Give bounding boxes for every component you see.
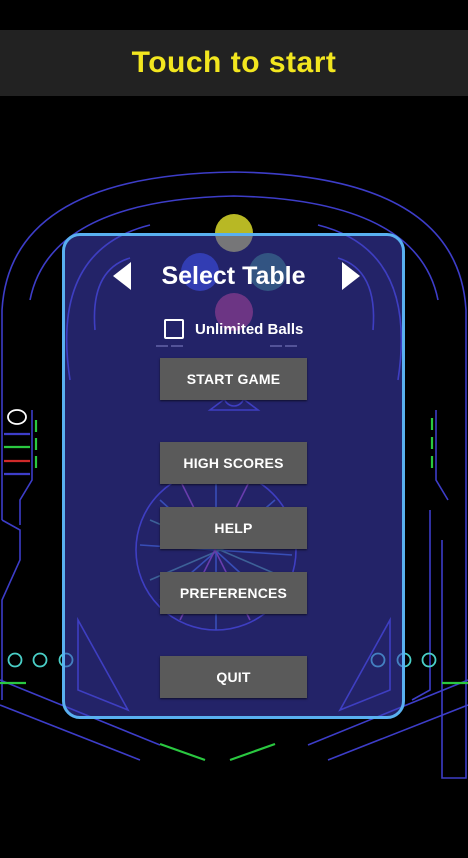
banner-text: Touch to start (131, 46, 337, 79)
status-bar-area (0, 0, 468, 30)
touch-to-start-banner[interactable]: Touch to start (0, 30, 468, 96)
help-button[interactable]: HELP (160, 507, 307, 549)
next-table-arrow-icon[interactable] (342, 262, 360, 290)
start-game-button[interactable]: START GAME (160, 358, 307, 400)
unlimited-balls-checkbox[interactable] (164, 319, 184, 339)
high-scores-button[interactable]: HIGH SCORES (160, 442, 307, 484)
quit-button[interactable]: QUIT (160, 656, 307, 698)
unlimited-balls-option[interactable]: Unlimited Balls (164, 319, 303, 339)
unlimited-balls-label: Unlimited Balls (195, 320, 304, 338)
preferences-button[interactable]: PREFERENCES (160, 572, 307, 614)
table-menu-panel: Select Table Unlimited Balls START GAME … (62, 233, 405, 719)
